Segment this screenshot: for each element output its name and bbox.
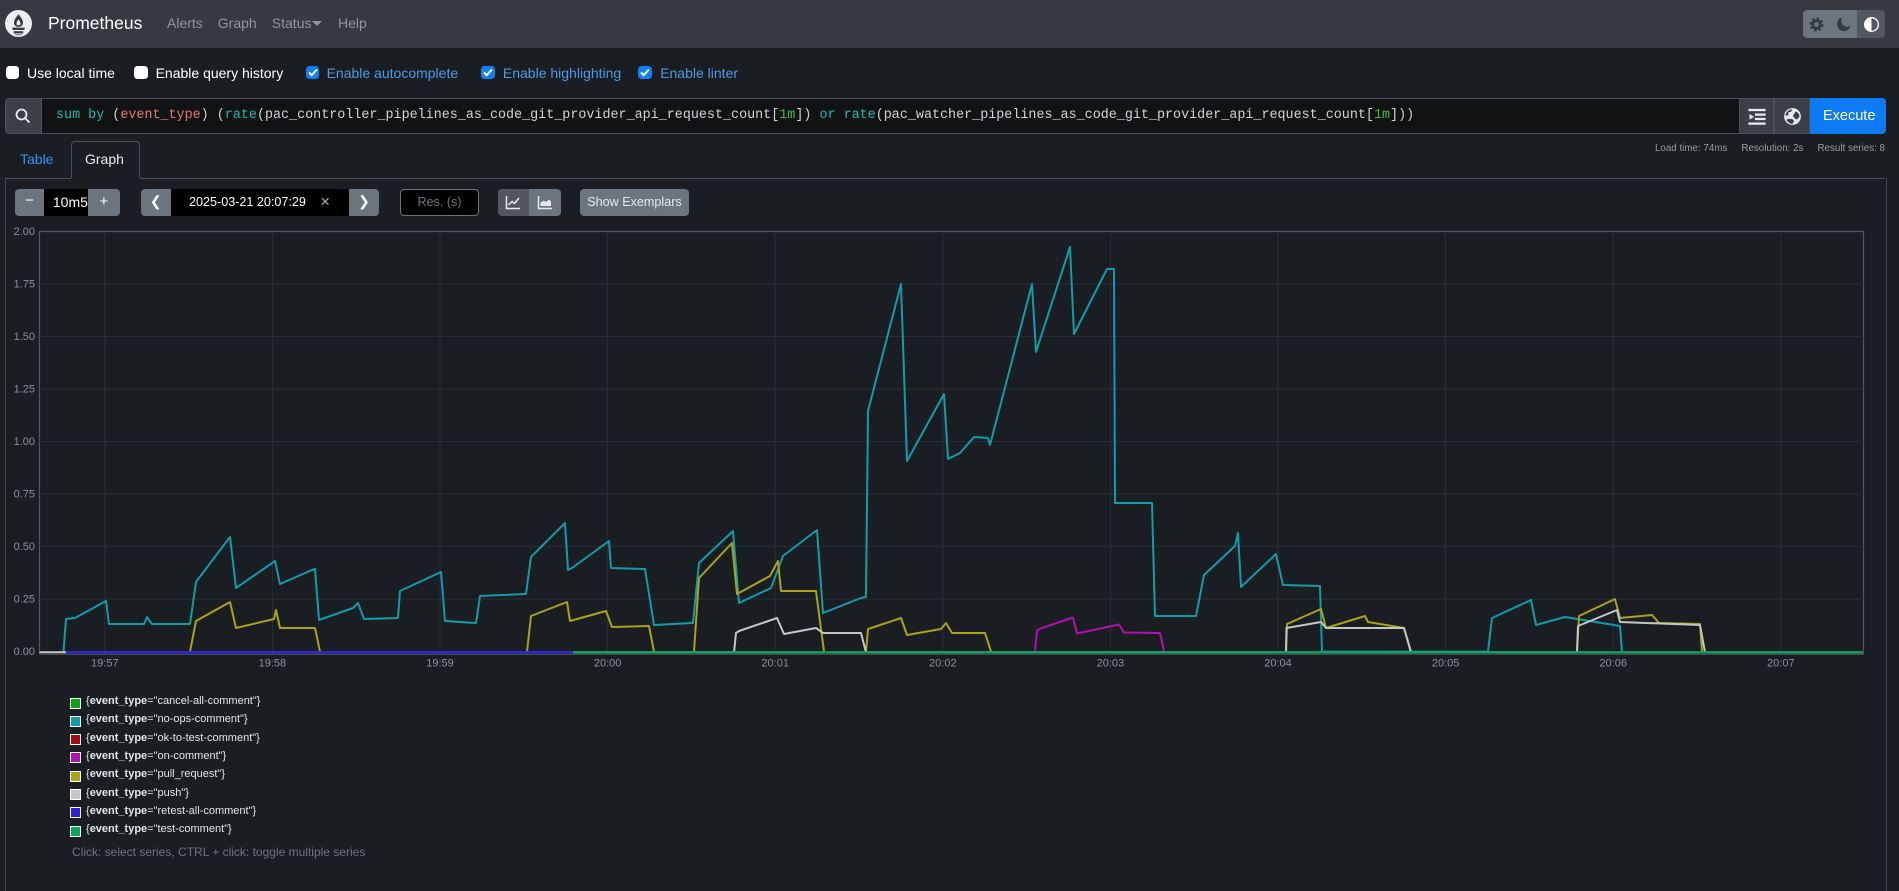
svg-text:20:02: 20:02: [929, 658, 957, 670]
svg-text:1.50: 1.50: [14, 331, 35, 343]
svg-text:1.25: 1.25: [14, 384, 35, 396]
svg-text:19:57: 19:57: [91, 658, 119, 670]
svg-text:0.75: 0.75: [14, 489, 35, 501]
svg-text:19:58: 19:58: [259, 658, 287, 670]
svg-text:20:03: 20:03: [1097, 658, 1125, 670]
svg-text:19:59: 19:59: [426, 658, 454, 670]
svg-text:20:00: 20:00: [594, 658, 622, 670]
svg-text:1.00: 1.00: [14, 436, 35, 448]
svg-text:20:07: 20:07: [1767, 658, 1795, 670]
svg-text:20:06: 20:06: [1599, 658, 1627, 670]
svg-text:20:01: 20:01: [761, 658, 789, 670]
svg-text:0.00: 0.00: [14, 646, 35, 658]
svg-text:0.25: 0.25: [14, 594, 35, 606]
svg-text:2.00: 2.00: [14, 226, 35, 238]
svg-text:0.50: 0.50: [14, 541, 35, 553]
svg-text:20:04: 20:04: [1264, 658, 1292, 670]
svg-text:1.75: 1.75: [14, 279, 35, 291]
svg-text:20:05: 20:05: [1432, 658, 1460, 670]
